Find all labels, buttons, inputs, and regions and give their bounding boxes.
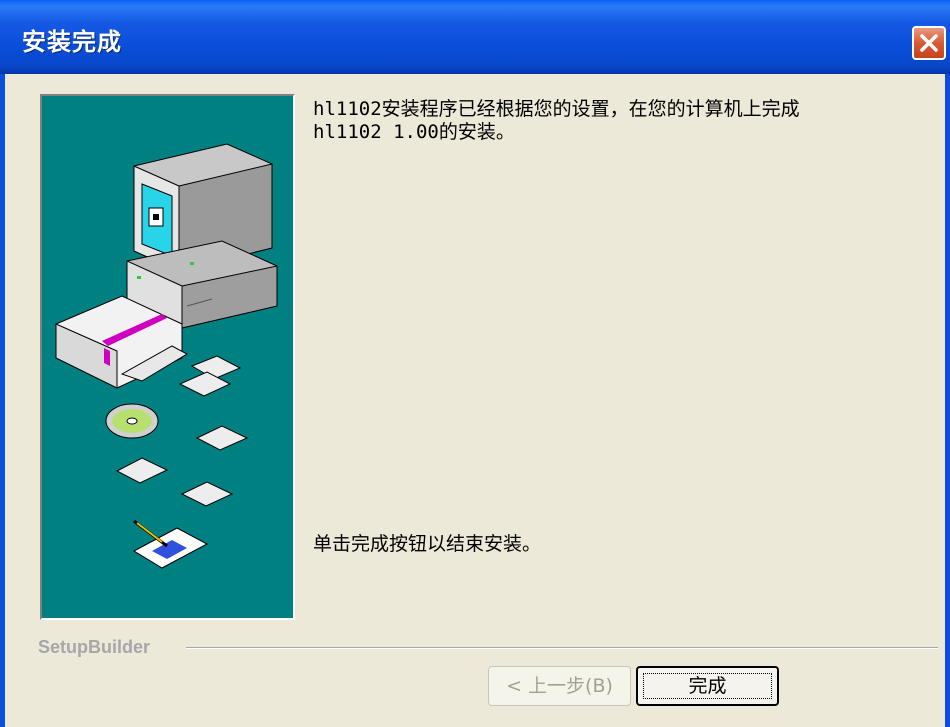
window-title: 安装完成	[22, 28, 122, 56]
finish-instruction: 单击完成按钮以结束安装。	[313, 533, 542, 555]
finish-button[interactable]: 完成	[636, 666, 779, 706]
close-icon	[920, 34, 938, 52]
footer-separator-highlight	[186, 648, 938, 649]
completion-message-line1: hl1102安装程序已经根据您的设置，在您的计算机上完成	[313, 98, 800, 120]
computer-illustration	[55, 143, 278, 569]
finish-button-label: 完成	[688, 675, 727, 697]
close-button[interactable]	[912, 26, 946, 60]
completion-message: hl1102安装程序已经根据您的设置，在您的计算机上完成 hl1102 1.00…	[313, 98, 933, 144]
side-image-panel	[40, 94, 295, 620]
completion-message-line2: hl1102 1.00的安装。	[313, 121, 515, 143]
window-frame-left	[0, 74, 5, 727]
back-button[interactable]: < 上一步(B)	[488, 666, 631, 706]
brand-label: SetupBuilder	[38, 637, 151, 657]
title-bar: 安装完成	[0, 0, 950, 74]
window-frame-right	[945, 74, 950, 727]
